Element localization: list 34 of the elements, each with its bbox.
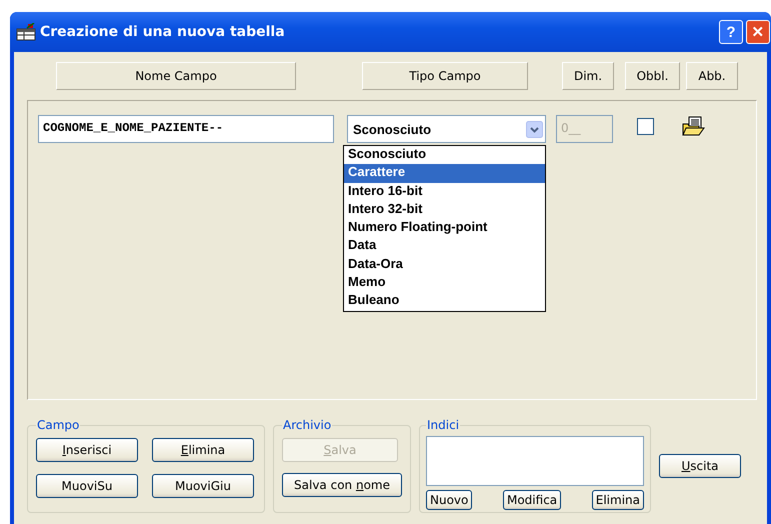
dropdown-option[interactable]: Numero Floating-point [344, 219, 545, 238]
required-checkbox[interactable] [637, 118, 654, 135]
column-header-button[interactable]: Tipo Campo [362, 62, 528, 90]
help-button[interactable]: ? [719, 20, 743, 44]
folder-document-icon[interactable] [682, 116, 706, 136]
action-button[interactable]: Salva con nome [282, 473, 402, 497]
group-title: Archivio [282, 418, 332, 432]
action-button[interactable]: Modifica [502, 490, 562, 510]
dropdown-option[interactable]: Data-Ora [344, 256, 545, 274]
exit-button[interactable]: Uscita [659, 454, 741, 478]
action-button[interactable]: MuoviGiu [152, 474, 254, 498]
dropdown-option[interactable]: Sconosciuto [344, 146, 545, 164]
action-button[interactable]: Elimina [592, 490, 644, 510]
group-title: Indici [426, 418, 460, 432]
dropdown-option[interactable]: Buleano [344, 292, 545, 311]
column-header-button[interactable]: Nome Campo [56, 62, 296, 90]
column-header-button[interactable]: Dim. [562, 62, 614, 90]
field-name-input[interactable]: COGNOME_E_NOME_PAZIENTE-- [38, 115, 334, 143]
column-header-button[interactable]: Abb. [686, 62, 738, 90]
window-title: Creazione di una nuova tabella [40, 24, 285, 40]
dropdown-option[interactable]: Memo [344, 274, 545, 292]
action-button[interactable]: Elimina [152, 438, 254, 462]
group-title: Campo [36, 418, 80, 432]
action-button[interactable]: MuoviSu [36, 474, 138, 498]
close-button[interactable]: ✕ [746, 20, 770, 44]
dropdown-option[interactable]: Carattere [344, 164, 545, 183]
index-list[interactable] [426, 436, 644, 486]
dropdown-option[interactable]: Intero 16-bit [344, 182, 545, 201]
action-button[interactable]: Inserisci [36, 438, 138, 462]
column-header-button[interactable]: Obbl. [625, 62, 680, 90]
dropdown-option[interactable]: Intero 32-bit [344, 200, 545, 220]
action-button[interactable]: Nuovo [426, 490, 472, 510]
dropdown-option[interactable]: Data [344, 237, 545, 256]
table-icon [16, 23, 36, 41]
